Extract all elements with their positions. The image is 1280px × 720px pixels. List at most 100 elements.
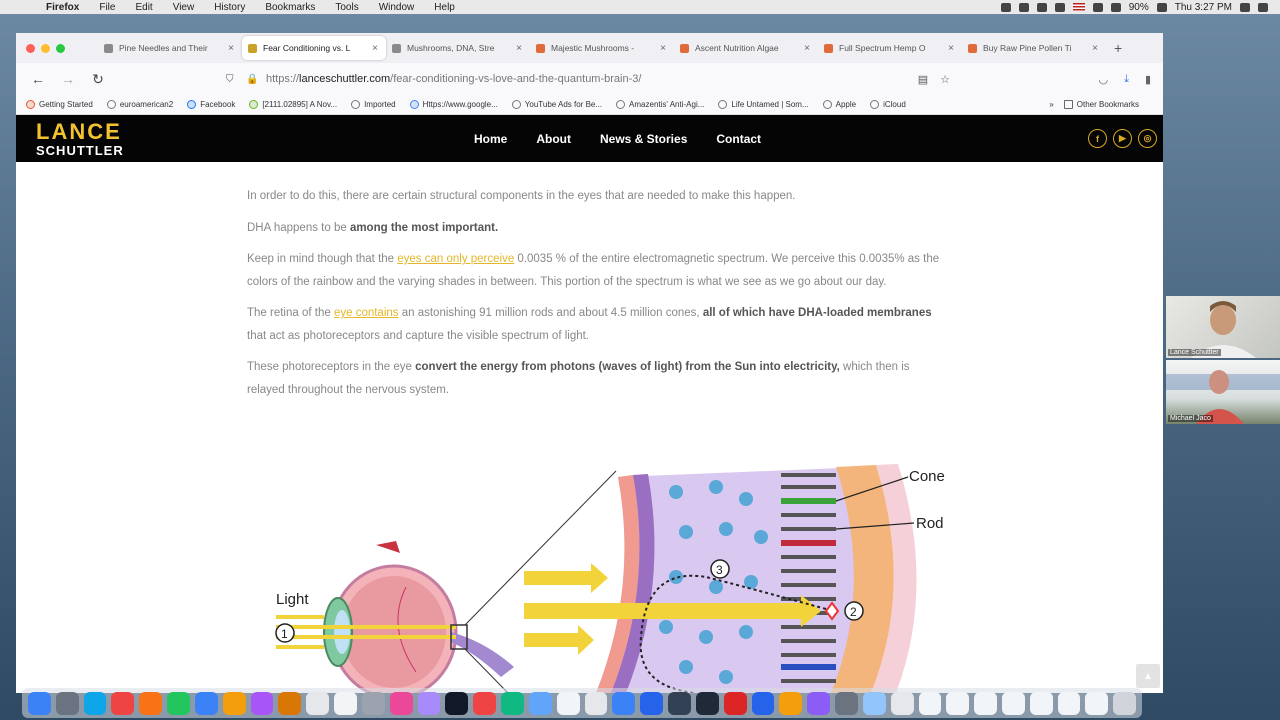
link-eye-contains[interactable]: eye contains (334, 307, 399, 319)
bookmarks-overflow-button[interactable]: » (1049, 100, 1053, 109)
bookmark-item[interactable]: [2111.02895] A Nov... (249, 100, 337, 109)
dock-app-icon[interactable] (1113, 691, 1137, 715)
dock-app-icon[interactable] (1029, 691, 1053, 715)
bookmark-item[interactable]: euroamerican2 (106, 100, 173, 109)
menu-view[interactable]: View (173, 2, 195, 13)
back-button[interactable]: ← (28, 71, 48, 87)
youtube-icon[interactable]: ▶ (1113, 129, 1132, 148)
dock-app-icon[interactable] (306, 691, 330, 715)
dock-app-icon[interactable] (751, 691, 775, 715)
nav-news-stories[interactable]: News & Stories (600, 132, 687, 146)
dock-app-icon[interactable] (445, 691, 469, 715)
bookmark-item[interactable]: Imported (351, 100, 396, 109)
dock-app-icon[interactable] (974, 691, 997, 715)
bookmark-item[interactable]: Facebook (187, 100, 235, 109)
dock-app-icon[interactable] (1001, 691, 1025, 715)
dock-app-icon[interactable] (584, 691, 608, 715)
browser-tab[interactable]: Majestic Mushrooms - × (530, 36, 674, 60)
minimize-window-button[interactable] (41, 43, 50, 53)
battery-icon[interactable] (1156, 2, 1167, 12)
dock-app-icon[interactable] (250, 691, 274, 715)
dock-app-icon[interactable] (111, 691, 135, 715)
dock-app-icon[interactable] (528, 691, 552, 715)
dock-app-icon[interactable] (668, 691, 691, 715)
site-logo[interactable]: LANCE SCHUTTLER (16, 120, 124, 157)
dock-app-icon[interactable] (1085, 691, 1109, 715)
tracking-shield-icon[interactable]: ⛉ (226, 74, 240, 85)
new-tab-button[interactable]: + (1114, 40, 1122, 56)
dock-app-icon[interactable] (779, 691, 803, 715)
tab-close-icon[interactable]: × (946, 43, 956, 54)
tray-app-icon[interactable] (1000, 2, 1011, 12)
dock-app-icon[interactable] (640, 691, 664, 715)
browser-tab[interactable]: Full Spectrum Hemp O × (818, 36, 962, 60)
control-center-icon[interactable] (1258, 2, 1268, 12)
dock-app-icon[interactable] (55, 691, 79, 715)
browser-tab[interactable]: Fear Conditioning vs. L × (242, 36, 386, 60)
browser-tab[interactable]: Buy Raw Pine Pollen Ti × (962, 36, 1106, 60)
tray-app-icon[interactable] (1036, 2, 1047, 12)
wifi-icon[interactable] (1092, 2, 1103, 12)
reload-button[interactable]: ↻ (88, 71, 108, 88)
dock-app-icon[interactable] (473, 691, 497, 715)
menu-tools[interactable]: Tools (335, 2, 358, 13)
bookmark-item[interactable]: Life Untamed | Som... (718, 100, 809, 109)
dock-app-icon[interactable] (83, 691, 107, 715)
dock-app-icon[interactable] (918, 691, 942, 715)
instagram-icon[interactable]: ◎ (1138, 129, 1157, 148)
browser-tab[interactable]: Mushrooms, DNA, Stre × (386, 36, 530, 60)
menu-firefox[interactable]: Firefox (46, 2, 79, 13)
scroll-to-top-button[interactable]: ▲ (1136, 664, 1160, 688)
bookmark-item[interactable]: Https://www.google... (409, 100, 498, 109)
facebook-icon[interactable]: f (1088, 129, 1107, 148)
dock-app-icon[interactable] (723, 691, 747, 715)
dock-app-icon[interactable] (612, 691, 636, 715)
participant-video-1[interactable]: Lance Schuttler (1166, 296, 1280, 358)
volume-icon[interactable] (1110, 2, 1121, 12)
dock-app-icon[interactable] (862, 691, 886, 715)
input-source-flag-icon[interactable] (1072, 3, 1085, 11)
battery-percent[interactable]: 90% (1129, 2, 1149, 13)
tab-close-icon[interactable]: × (370, 43, 380, 54)
menu-edit[interactable]: Edit (135, 2, 152, 13)
bookmark-item[interactable]: Apple (822, 100, 856, 109)
dock-app-icon[interactable] (389, 691, 413, 715)
bookmark-item[interactable]: YouTube Ads for Be... (511, 100, 602, 109)
spotlight-search-icon[interactable] (1240, 2, 1250, 12)
browser-tab[interactable]: Pine Needles and Their × (98, 36, 242, 60)
dock-app-icon[interactable] (807, 691, 831, 715)
menu-window[interactable]: Window (379, 2, 415, 13)
bookmark-item[interactable]: Getting Started (26, 100, 93, 109)
close-window-button[interactable] (26, 43, 35, 53)
address-bar[interactable]: ⛉ 🔒 https://lanceschuttler.com/fear-cond… (218, 68, 958, 90)
dock-app-icon[interactable] (167, 691, 190, 715)
tab-close-icon[interactable]: × (1090, 43, 1100, 54)
bookmark-item[interactable]: Amazentis' Anti-Agi... (616, 100, 704, 109)
zoom-window-button[interactable] (56, 43, 65, 53)
nav-home[interactable]: Home (474, 132, 507, 146)
pocket-icon[interactable]: ◡ (1098, 73, 1108, 86)
other-bookmarks-folder[interactable]: Other Bookmarks (1063, 100, 1139, 109)
browser-tab[interactable]: Ascent Nutrition Algae × (674, 36, 818, 60)
menu-file[interactable]: File (99, 2, 115, 13)
tray-app-icon[interactable] (1018, 2, 1029, 12)
tab-close-icon[interactable]: × (658, 43, 668, 54)
tab-close-icon[interactable]: × (226, 43, 236, 54)
dock-app-icon[interactable] (417, 691, 441, 715)
dock-app-icon[interactable] (361, 691, 385, 715)
dock-app-icon[interactable] (28, 691, 51, 715)
tab-close-icon[interactable]: × (802, 43, 812, 54)
bookmark-item[interactable]: iCloud (870, 100, 906, 109)
link-eyes-perceive[interactable]: eyes can only perceive (397, 253, 514, 265)
tab-close-icon[interactable]: × (514, 43, 524, 54)
dock-app-icon[interactable] (1057, 691, 1081, 715)
menu-help[interactable]: Help (434, 2, 455, 13)
dock-app-icon[interactable] (194, 691, 218, 715)
dock-app-icon[interactable] (222, 691, 246, 715)
dock-app-icon[interactable] (946, 691, 970, 715)
dock-app-icon[interactable] (501, 691, 524, 715)
downloads-icon[interactable]: ⤓ (1124, 73, 1129, 86)
extensions-icon[interactable]: ▮ (1145, 73, 1151, 86)
nav-about[interactable]: About (536, 132, 571, 146)
dock-app-icon[interactable] (139, 691, 163, 715)
